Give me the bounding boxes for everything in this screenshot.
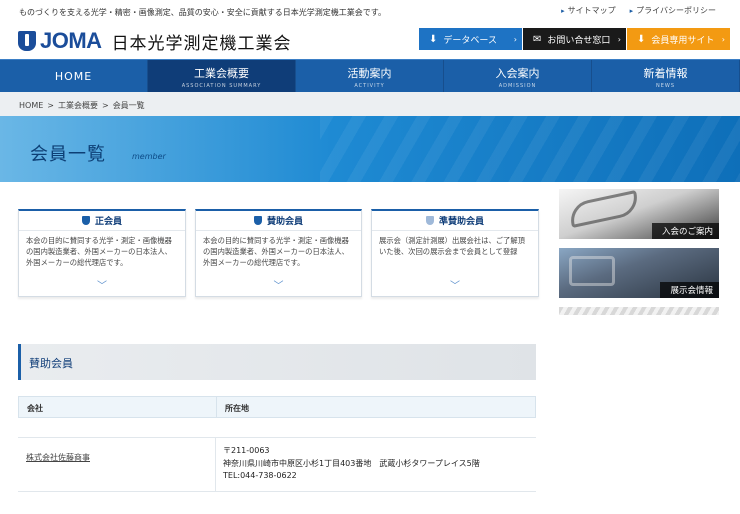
chevron-down-icon[interactable]: ﹀: [19, 277, 185, 292]
card-associate-supporting-member[interactable]: 準賛助会員 展示会（測定計測展）出展会社は、ご了解頂いた後、次回の展示会まで会員…: [371, 209, 539, 297]
chevron-right-icon: ▸: [629, 7, 634, 15]
chevron-right-icon: ›: [721, 34, 725, 44]
joma-mark-icon: ⬇: [637, 33, 646, 45]
breadcrumb-separator: >: [101, 101, 109, 110]
member-type-cards: 正会員 本会の目的に賛同する光学・測定・画像機器の国内製造業者、外国メーカーの日…: [18, 209, 539, 297]
nav-item-association-summary[interactable]: 工業会概要 ASSOCIATION SUMMARY: [148, 60, 296, 93]
card-header: 準賛助会員: [372, 211, 538, 231]
table-header: 会社 所在地: [18, 396, 536, 418]
chevron-right-icon: ▸: [561, 7, 565, 15]
card-regular-member[interactable]: 正会員 本会の目的に賛同する光学・測定・画像機器の国内製造業者、外国メーカーの日…: [18, 209, 186, 297]
joma-mark-icon: [425, 216, 434, 225]
breadcrumb-association[interactable]: 工業会概要: [58, 101, 98, 110]
chevron-right-icon: ›: [617, 34, 621, 44]
banner-label: 入会のご案内: [651, 223, 719, 239]
banner-label: 展示会情報: [660, 282, 719, 298]
phone-number: TEL:044-738-0622: [223, 471, 297, 480]
chevron-down-icon[interactable]: ﹀: [372, 277, 538, 292]
page-title: 会員一覧: [30, 144, 106, 165]
exhibition-photo: [569, 256, 615, 286]
organization-name: 日本光学測定機工業会: [111, 33, 292, 54]
card-supporting-member[interactable]: 賛助会員 本会の目的に賛同する光学・測定・画像機器の国内製造業者、外国メーカーの…: [195, 209, 362, 297]
card-text: 本会の目的に賛同する光学・測定・画像機器の国内製造業者、外国メーカーの日本法人、…: [203, 236, 349, 267]
card-text: 展示会（測定計測展）出展会社は、ご了解頂いた後、次回の展示会まで会員として登録: [379, 236, 525, 256]
sidebar: 入会のご案内 展示会情報: [559, 189, 719, 315]
contact-button[interactable]: ✉ お問い合せ窓口 ›: [523, 28, 626, 50]
page-subtitle: member: [132, 152, 166, 161]
members-site-button[interactable]: ⬇ 会員専用サイト ›: [627, 28, 730, 50]
eyeglasses-image: [567, 189, 641, 229]
card-header: 賛助会員: [196, 211, 361, 231]
breadcrumb-separator: >: [47, 101, 54, 110]
privacy-link[interactable]: ▸ プライバシーポリシー: [630, 5, 716, 16]
column-header-company: 会社: [19, 397, 217, 417]
main-nav: HOME 工業会概要 ASSOCIATION SUMMARY 活動案内 ACTI…: [0, 59, 740, 93]
nav-item-home[interactable]: HOME: [0, 60, 148, 93]
site-tagline: ものづくりを支える光学・精密・画像測定、品質の安心・安全に貢献する日本光学測定機…: [19, 8, 386, 17]
logo-text: JOMA: [40, 28, 102, 53]
postal-code: 〒211-0063: [223, 446, 270, 455]
header-buttons: ⬇ データベース › ✉ お問い合せ窓口 › ⬇ 会員専用サイト ›: [419, 28, 730, 50]
card-header: 正会員: [19, 211, 185, 231]
joma-mark-icon: [253, 216, 262, 225]
company-link[interactable]: 株式会社佐藤商事: [18, 438, 216, 491]
nav-item-activity[interactable]: 活動案内 ACTIVITY: [296, 60, 444, 93]
section-heading: 賛助会員: [18, 344, 536, 380]
page-banner: 会員一覧 member: [0, 116, 740, 182]
joma-mark-icon: [81, 216, 90, 225]
join-guide-banner[interactable]: 入会のご案内: [559, 189, 719, 239]
nav-item-admission[interactable]: 入会案内 ADMISSION: [444, 60, 592, 93]
exhibition-info-banner[interactable]: 展示会情報: [559, 248, 719, 298]
breadcrumb-home[interactable]: HOME: [19, 101, 43, 110]
breadcrumb: HOME > 工業会概要 > 会員一覧: [0, 92, 740, 116]
column-header-address: 所在地: [225, 404, 249, 413]
card-text: 本会の目的に賛同する光学・測定・画像機器の国内製造業者、外国メーカーの日本法人、…: [26, 236, 172, 267]
chevron-down-icon[interactable]: ﹀: [196, 277, 361, 292]
database-button[interactable]: ⬇ データベース ›: [419, 28, 522, 50]
site-logo[interactable]: JOMA 日本光学測定機工業会: [18, 28, 292, 54]
joma-mark-icon: ⬇: [429, 33, 438, 45]
address: 神奈川県川崎市中原区小杉1丁目403番地 武蔵小杉タワープレイス5階: [223, 458, 480, 468]
site-header: ものづくりを支える光学・精密・画像測定、品質の安心・安全に貢献する日本光学測定機…: [0, 0, 740, 58]
table-row: 株式会社佐藤商事 〒211-0063 神奈川県川崎市中原区小杉1丁目403番地 …: [18, 438, 536, 492]
sidebar-divider: [559, 307, 719, 315]
sitemap-link[interactable]: ▸ サイトマップ: [561, 5, 616, 16]
utility-links: ▸ サイトマップ ▸ プライバシーポリシー: [561, 5, 716, 16]
company-address-cell: 〒211-0063 神奈川県川崎市中原区小杉1丁目403番地 武蔵小杉タワープレ…: [216, 438, 480, 491]
envelope-icon: ✉: [533, 33, 542, 45]
table-spacer-row: [18, 419, 536, 438]
breadcrumb-current: 会員一覧: [112, 101, 145, 110]
chevron-right-icon: ›: [513, 34, 517, 44]
joma-logo-icon: [18, 31, 36, 51]
nav-item-news[interactable]: 新着情報 NEWS: [592, 60, 740, 93]
